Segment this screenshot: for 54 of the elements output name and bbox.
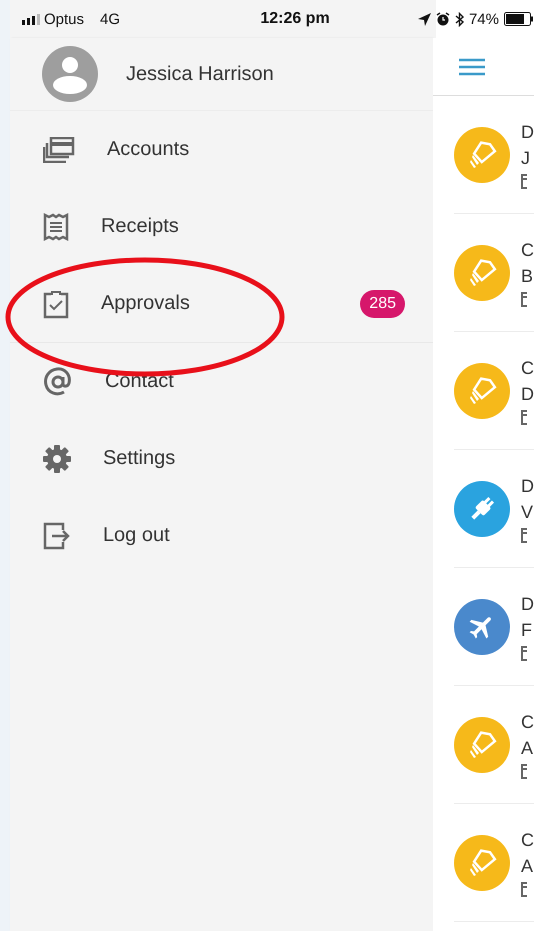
clipboard-check-icon [42, 288, 69, 318]
calendar-icon [521, 526, 527, 542]
calendar-icon [521, 880, 527, 896]
signal-icon [22, 14, 40, 24]
menu-item[interactable]: Log out [10, 497, 433, 574]
battery-percent: 74% [468, 10, 499, 28]
row-title[interactable]: D [521, 592, 534, 614]
receipt-icon [42, 212, 69, 240]
logout-icon [42, 522, 71, 550]
calendar-icon [521, 290, 527, 306]
menu-item-label: Accounts [106, 138, 190, 161]
calendar-icon [521, 762, 527, 778]
row-subtitle: A [521, 736, 534, 758]
row-subtitle: J [521, 146, 531, 168]
row-subtitle: D [521, 382, 534, 404]
menu-item-label: Approvals [100, 292, 191, 315]
row-title[interactable]: C [521, 356, 534, 378]
menu-item[interactable]: Accounts [10, 111, 433, 188]
menu-item[interactable]: Settings [10, 420, 433, 497]
menu-icon[interactable] [459, 58, 485, 76]
tag-icon [467, 376, 497, 406]
row-subtitle: B [521, 264, 534, 286]
menu-item-label: Log out [102, 524, 171, 547]
row-title[interactable]: C [521, 828, 534, 850]
row-title[interactable]: C [521, 710, 534, 732]
calendar-icon [521, 408, 527, 424]
tag-icon [467, 140, 497, 170]
calendar-icon [521, 644, 527, 660]
clock-time: 12:26 pm [259, 10, 331, 28]
cards-icon [42, 136, 75, 162]
tag-icon [467, 258, 497, 288]
user-name: Jessica Harrison [126, 62, 274, 86]
menu-item-label: Settings [102, 447, 176, 470]
menu-item[interactable]: Receipts [10, 188, 433, 265]
battery-icon [504, 12, 534, 26]
row-title[interactable]: D [521, 474, 534, 496]
bluetooth-icon [454, 12, 464, 26]
location-arrow-icon [418, 12, 431, 26]
count-badge: 285 [360, 290, 405, 318]
tag-icon [467, 848, 497, 878]
at-sign-icon [42, 366, 73, 396]
row-subtitle: F [521, 618, 533, 640]
tag-icon [467, 730, 497, 760]
row-subtitle: A [521, 854, 534, 876]
alarm-clock-icon [436, 12, 450, 26]
calendar-icon [521, 172, 527, 188]
carrier-name: Optus [44, 10, 84, 28]
menu-item-label: Receipts [100, 215, 180, 238]
row-title[interactable]: D [521, 120, 534, 142]
row-subtitle: V [521, 500, 534, 522]
settings-icon [42, 444, 71, 472]
avatar-icon [42, 46, 98, 102]
network-type: 4G [100, 10, 120, 28]
row-title[interactable]: C [521, 238, 534, 260]
